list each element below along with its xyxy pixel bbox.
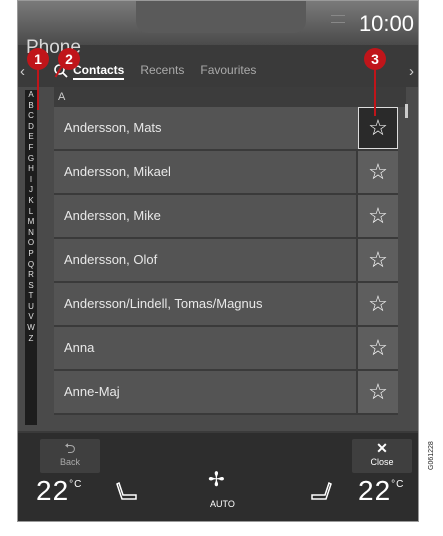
list-item[interactable]: Andersson/Lindell, Tomas/Magnus ☆ [54,283,398,327]
alphabet-letter[interactable]: S [28,281,33,292]
star-icon[interactable]: ☆ [358,107,398,149]
contact-name[interactable]: Andersson, Olof [54,239,356,281]
contact-name[interactable]: Andersson, Mike [54,195,356,237]
star-icon[interactable]: ☆ [356,239,398,281]
left-temp-value: 22 [36,475,70,506]
alphabet-letter[interactable]: G [28,154,34,165]
alphabet-letter[interactable]: I [30,175,32,186]
alphabet-letter[interactable]: U [28,302,34,313]
alphabet-letter[interactable]: H [28,164,34,175]
back-label: Back [59,457,80,467]
callout-3-leader [374,64,376,116]
chevron-right-icon[interactable]: › [409,63,414,80]
alphabet-letter[interactable]: Z [29,334,34,345]
contact-name[interactable]: Andersson, Mats [54,107,358,149]
tab-contacts[interactable]: Contacts [73,63,125,80]
tab-recents[interactable]: Recents [140,63,184,80]
star-icon[interactable]: ☆ [356,283,398,325]
alphabet-letter[interactable]: F [29,143,34,154]
right-temp-unit: °C [391,479,405,490]
clock: 10:00 [358,11,414,36]
alphabet-letter[interactable]: L [29,207,33,218]
tab-favourites[interactable]: Favourites [200,63,256,80]
auto-label[interactable]: AUTO [210,499,235,509]
alphabet-letter[interactable]: M [28,217,35,228]
contact-name[interactable]: Andersson, Mikael [54,151,356,193]
callout-3: 3 [364,48,386,70]
contact-name[interactable]: Anne-Maj [54,371,356,413]
climate-bar: 22°C ✢ AUTO 22°C [18,467,418,515]
right-temperature[interactable]: 22°C [358,475,404,507]
section-header: A [54,87,406,107]
alphabet-letter[interactable]: C [28,111,34,122]
left-temp-unit: °C [69,479,83,490]
top-drag-handle[interactable] [136,1,345,33]
contact-name[interactable]: Anna [54,327,356,369]
alphabet-letter[interactable]: B [28,101,33,112]
callout-2: 2 [58,48,80,70]
fan-icon[interactable]: ✢ [208,467,225,492]
alphabet-index[interactable]: ABCDEFGHIJKLMNOPQRSTUVWZ [25,90,37,425]
chevron-left-icon[interactable]: ‹ [20,63,25,80]
alphabet-letter[interactable]: A [28,90,33,101]
alphabet-letter[interactable]: Q [28,260,34,271]
back-arrow-icon: ⮌ [64,440,76,456]
alphabet-letter[interactable]: V [28,312,33,323]
reference-code: G061228 [428,441,435,470]
close-label: Close [370,457,394,467]
list-item[interactable]: Anna ☆ [54,327,398,371]
list-item[interactable]: Andersson, Mike ☆ [54,195,398,239]
star-icon[interactable]: ☆ [356,327,398,369]
contact-name[interactable]: Andersson/Lindell, Tomas/Magnus [54,283,356,325]
grip-icon [331,15,345,23]
alphabet-letter[interactable]: D [28,122,34,133]
list-item[interactable]: Andersson, Mikael ☆ [54,151,398,195]
right-temp-value: 22 [358,475,392,506]
scrollbar[interactable] [405,104,408,118]
list-item[interactable]: Andersson, Olof ☆ [54,239,398,283]
close-icon: ✕ [376,440,388,456]
callout-1: 1 [27,48,49,70]
list-item[interactable]: Andersson, Mats ☆ [54,107,398,151]
seat-heat-left-icon[interactable] [116,481,138,501]
alphabet-letter[interactable]: W [27,323,35,334]
alphabet-letter[interactable]: J [29,185,33,196]
contact-list: Andersson, Mats ☆ Andersson, Mikael ☆ Anders… [54,107,398,415]
star-icon[interactable]: ☆ [356,151,398,193]
star-icon[interactable]: ☆ [356,371,398,413]
infotainment-screen: 10:00 Phone ‹ › Contacts Recents Favouri… [17,0,419,522]
seat-heat-right-icon[interactable] [310,481,332,501]
list-item[interactable]: Anne-Maj ☆ [54,371,398,415]
alphabet-letter[interactable]: T [29,291,34,302]
tab-bar: Contacts Recents Favourites [73,63,256,80]
alphabet-letter[interactable]: R [28,270,34,281]
alphabet-letter[interactable]: P [28,249,33,260]
left-temperature[interactable]: 22°C [36,475,82,507]
star-icon[interactable]: ☆ [356,195,398,237]
alphabet-letter[interactable]: N [28,228,34,239]
alphabet-letter[interactable]: O [28,238,34,249]
alphabet-letter[interactable]: E [28,132,33,143]
callout-1-leader [37,64,39,110]
alphabet-letter[interactable]: K [28,196,33,207]
